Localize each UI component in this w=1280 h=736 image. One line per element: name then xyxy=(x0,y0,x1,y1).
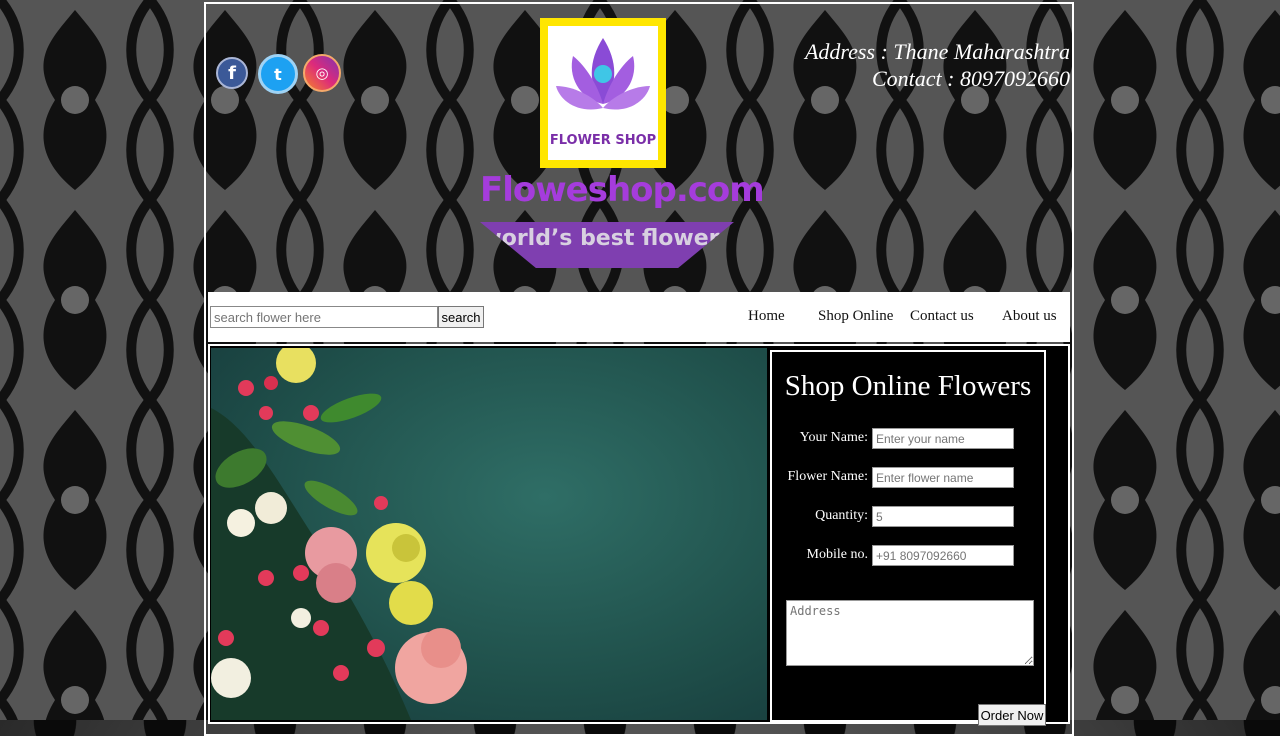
logo-text: FLOWER SHOP xyxy=(549,133,657,148)
form-row-quantity: Quantity: xyxy=(772,506,1044,528)
navbar: search Home Shop Online Contact us About… xyxy=(208,292,1070,342)
site-name: Floweshop.com xyxy=(480,170,765,210)
form-row-name: Your Name: xyxy=(772,428,1044,450)
address-text: Address : Thane Maharashtra xyxy=(804,39,1070,64)
flower-name-label: Flower Name: xyxy=(787,469,868,484)
flower-banner-image xyxy=(211,348,767,720)
form-row-mobile: Mobile no. xyxy=(772,545,1044,567)
nav-shop-online[interactable]: Shop Online xyxy=(818,308,893,325)
tagline: world’s best flowers xyxy=(481,226,733,251)
mobile-label: Mobile no. xyxy=(806,547,868,562)
order-form: Shop Online Flowers Your Name: Flower Na… xyxy=(770,350,1046,726)
form-title: Shop Online Flowers xyxy=(784,370,1032,402)
order-now-button[interactable]: Order Now xyxy=(978,704,1046,726)
phone-text: Contact : 8097092660 xyxy=(872,66,1070,91)
search-button[interactable]: search xyxy=(438,306,484,328)
twitter-icon[interactable]: t xyxy=(258,54,298,94)
facebook-icon[interactable]: f xyxy=(216,57,248,89)
nav-contact-us[interactable]: Contact us xyxy=(910,308,974,325)
name-label: Your Name: xyxy=(799,430,868,445)
address-textarea[interactable] xyxy=(786,600,1034,666)
search-input[interactable] xyxy=(210,306,438,328)
contact-info: Address : Thane Maharashtra Contact : 80… xyxy=(805,38,1070,92)
name-input[interactable] xyxy=(872,428,1014,449)
nav-about-us[interactable]: About us xyxy=(1002,308,1057,325)
flower-name-input[interactable] xyxy=(872,467,1014,488)
nav-home[interactable]: Home xyxy=(748,308,785,325)
quantity-input[interactable] xyxy=(872,506,1014,527)
logo: FLOWER SHOP xyxy=(540,18,666,168)
quantity-label: Quantity: xyxy=(815,508,868,523)
form-row-flower: Flower Name: xyxy=(772,467,1044,489)
instagram-icon[interactable]: ◎ xyxy=(303,54,341,92)
mobile-input[interactable] xyxy=(872,545,1014,566)
